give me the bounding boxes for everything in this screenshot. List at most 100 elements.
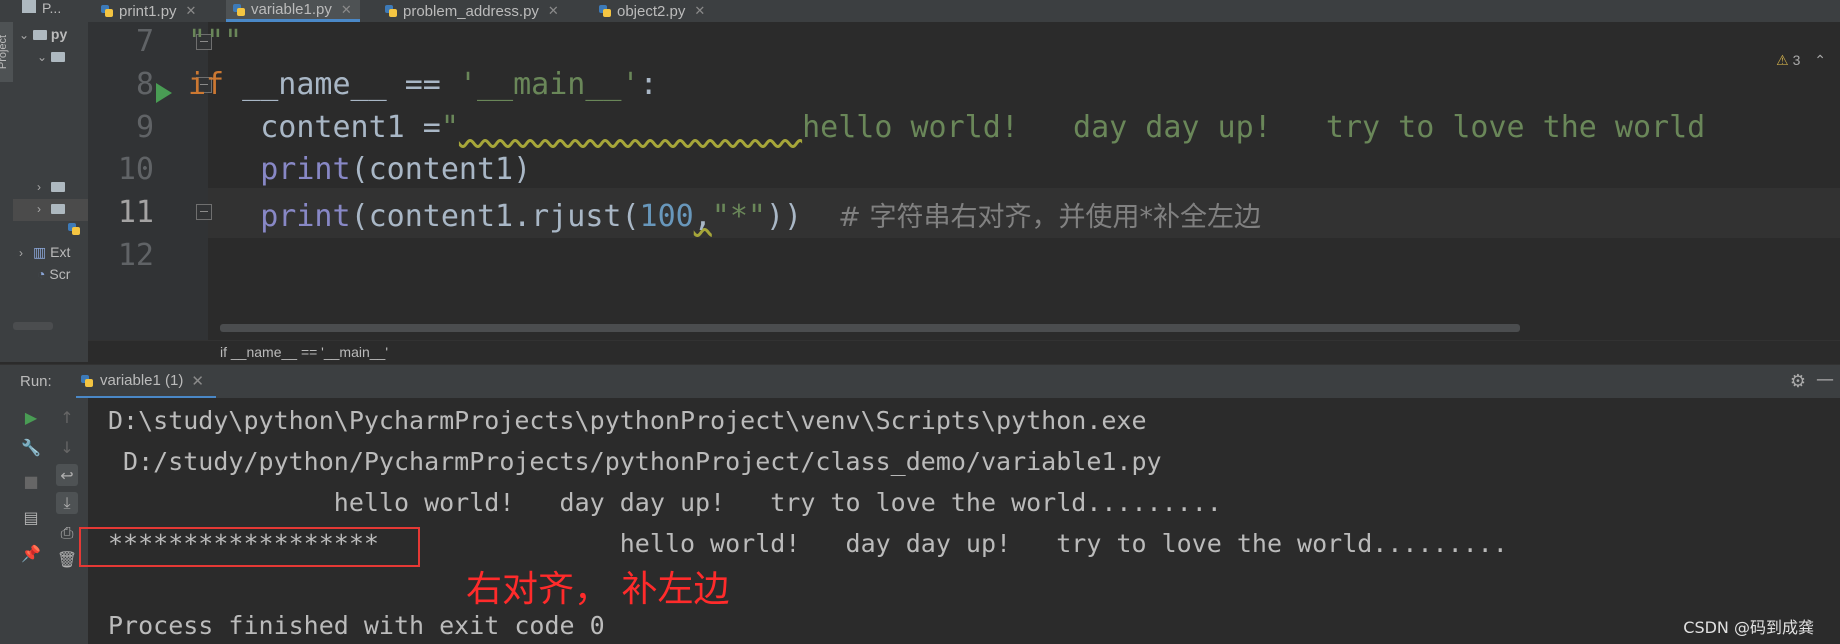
code-editor[interactable]: 7 8 9 10 11 12 """ if __name__ == '__mai… [88, 22, 1840, 340]
tree-root-label: py [50, 26, 68, 42]
annotation-text: 右对齐， 补左边 [466, 569, 730, 610]
trash-icon[interactable]: 🗑 [56, 548, 78, 570]
python-file-icon [233, 3, 245, 16]
tree-folder-selected[interactable]: › [37, 200, 65, 216]
annotation-box [79, 527, 420, 567]
pin-icon[interactable]: 📌 [20, 542, 42, 564]
chevron-right-icon: › [37, 180, 41, 194]
chevron-right-icon: › [19, 246, 23, 260]
breadcrumb-item[interactable]: if __name__ == '__main__' [220, 344, 388, 360]
string-literal: '__main__' [458, 67, 640, 102]
gear-icon[interactable]: ⚙ [1790, 371, 1806, 392]
folder-icon [51, 52, 65, 63]
project-tool-button[interactable]: Project [0, 22, 13, 82]
line-number: 7 [135, 24, 154, 59]
python-file-icon [81, 374, 93, 387]
tree-external-libraries[interactable]: › ▥ Ext [19, 244, 70, 261]
python-file-icon [68, 223, 80, 235]
scratches-icon: ◔ [37, 266, 46, 282]
tree-file[interactable] [67, 222, 81, 239]
rerun-icon[interactable]: ▶ [20, 406, 42, 428]
comma-warning: , [693, 199, 712, 234]
builtin-function: print [260, 152, 351, 187]
code-text: (content1) [350, 152, 532, 187]
python-file-icon [599, 5, 611, 17]
tab-object2[interactable]: object2.py ✕ [592, 0, 713, 22]
project-tool-label: Project [0, 34, 10, 70]
tree-scratches[interactable]: ◔ Scr [37, 266, 70, 282]
tab-label: print1.py [119, 2, 177, 20]
console-line: D:/study/python/PycharmProjects/pythonPr… [108, 447, 1162, 476]
editor-tab-bar: P... print1.py ✕ variable1.py ✕ problem_… [0, 0, 1840, 23]
close-icon[interactable]: ✕ [694, 3, 705, 19]
run-console[interactable]: D:\study\python\PycharmProjects\pythonPr… [88, 398, 1840, 644]
code-text: : [639, 67, 658, 102]
keyword: if [188, 67, 225, 102]
tab-label: variable1.py [251, 1, 332, 18]
tab-label: problem_address.py [403, 2, 539, 20]
close-icon[interactable]: ✕ [186, 3, 197, 19]
inspection-widget[interactable]: ⚠ 3 ⌃ [1776, 52, 1826, 69]
project-icon [22, 0, 36, 13]
close-icon[interactable]: ✕ [191, 372, 204, 390]
project-tab-label: P... [42, 0, 62, 16]
breadcrumb[interactable]: if __name__ == '__main__' [88, 340, 1840, 365]
run-gutter-icon[interactable] [154, 82, 174, 104]
chevron-down-icon: ⌄ [19, 28, 30, 42]
close-icon[interactable]: ✕ [341, 2, 352, 18]
run-tool-window-header: Run: variable1 (1) ✕ ⚙ — [0, 364, 1840, 399]
arrow-down-icon[interactable]: ↓ [56, 436, 78, 458]
warning-count: 3 [1792, 52, 1801, 68]
line-number: 10 [117, 152, 154, 187]
close-icon[interactable]: ✕ [548, 3, 559, 19]
code-text: __name__ == [224, 67, 459, 102]
line-number: 12 [117, 238, 154, 273]
line-number: 8 [135, 67, 154, 102]
layout-icon[interactable]: ▤ [20, 506, 42, 528]
project-panel: ⌄ py ⌄ › › › ▥ Ext ◔ Scr [13, 22, 89, 362]
builtin-function: print [260, 199, 351, 234]
chevron-right-icon: › [37, 202, 41, 216]
scroll-to-end-icon[interactable]: ⤓ [56, 492, 78, 514]
print-icon[interactable]: ⎙ [56, 522, 78, 544]
run-title: Run: [20, 373, 52, 390]
code-line-7: """ [188, 24, 243, 59]
code-text: (content1.rjust( [350, 199, 640, 234]
chevron-down-icon: ⌄ [37, 50, 48, 64]
hide-icon[interactable]: — [1816, 369, 1834, 390]
tab-problem-address[interactable]: problem_address.py ✕ [378, 0, 567, 22]
line-number: 9 [135, 110, 154, 145]
tab-variable1[interactable]: variable1.py ✕ [226, 0, 360, 22]
tree-root[interactable]: ⌄ py [19, 26, 67, 42]
watermark: CSDN @码到成龚 [1683, 618, 1814, 637]
line-number: 11 [117, 195, 154, 230]
warning-icon: ⚠ [1776, 52, 1789, 68]
number-literal: 100 [639, 199, 694, 234]
tree-folder[interactable]: › [37, 178, 65, 194]
soft-wrap-icon[interactable]: ↩ [56, 464, 78, 486]
wrench-icon[interactable]: 🔧 [20, 436, 42, 458]
chevron-up-icon[interactable]: ⌃ [1814, 52, 1826, 68]
tab-label: object2.py [617, 2, 686, 20]
external-libraries-label: Ext [50, 244, 71, 260]
string-literal: hello world! day day up! try to love the… [802, 110, 1706, 145]
folder-icon [51, 182, 65, 193]
stop-icon[interactable]: ■ [20, 470, 42, 492]
code-comment: # 字符串右对齐，并使用*补全左边 [838, 202, 1261, 233]
tab-print1[interactable]: print1.py ✕ [94, 0, 204, 22]
tool-window-strip: Project [0, 22, 14, 362]
python-file-icon [385, 5, 397, 17]
run-toolbar: ▶ ↑ 🔧 ↓ ■ ↩ ⤓ ▤ ⎙ 📌 🗑 [0, 398, 88, 644]
run-config-tab[interactable]: variable1 (1) ✕ [76, 365, 216, 399]
arrow-up-icon[interactable]: ↑ [56, 406, 78, 428]
code-line-11: print(content1.rjust(100,"*")) # 字符串右对齐，… [188, 195, 1261, 234]
project-tab-header[interactable]: P... [0, 0, 88, 22]
editor-horizontal-scrollbar[interactable] [220, 324, 1520, 332]
tree-folder[interactable]: ⌄ [37, 48, 65, 64]
python-file-icon [101, 5, 113, 17]
project-scrollbar[interactable] [13, 322, 53, 330]
library-icon: ▥ [33, 244, 47, 260]
code-text: content1 = [188, 110, 441, 145]
code-line-10: print(content1) [188, 152, 531, 187]
run-tab-label: variable1 (1) [100, 372, 184, 389]
